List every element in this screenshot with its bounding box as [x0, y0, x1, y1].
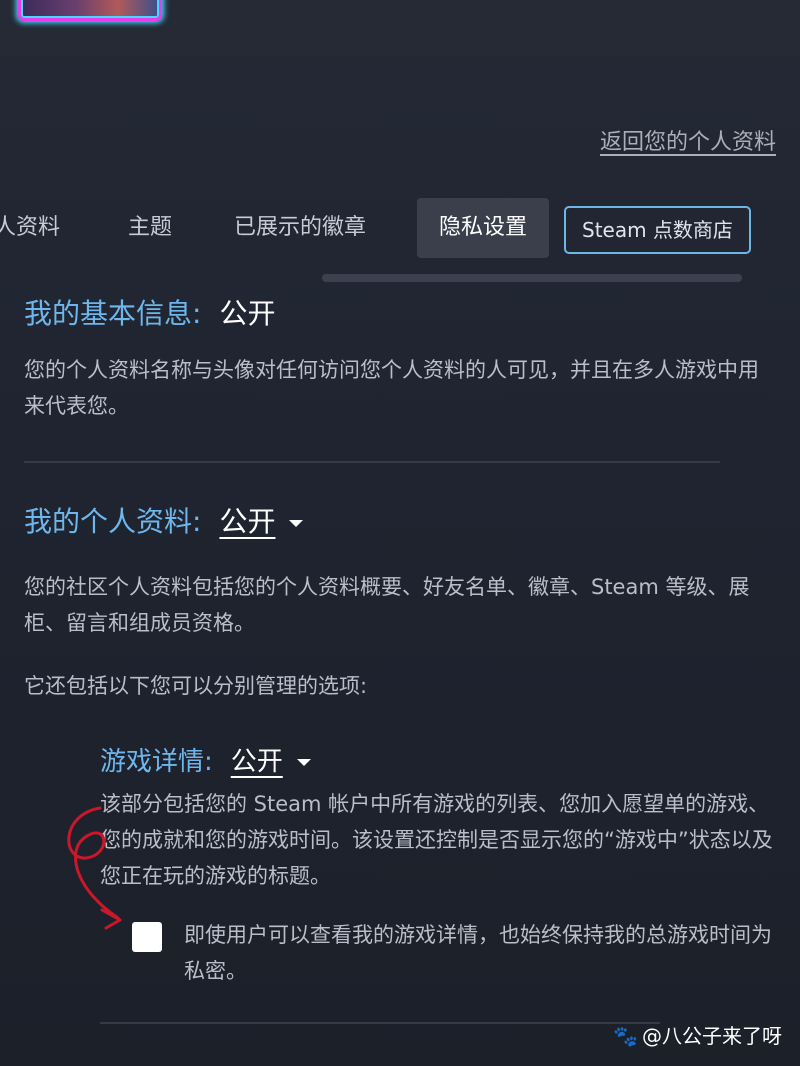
profile-title: 我的个人资料:: [24, 505, 202, 538]
game-details-description: 该部分包括您的 Steam 帐户中所有游戏的列表、您加入愿望单的游戏、您的成就和…: [100, 792, 773, 888]
section-divider: [100, 1022, 660, 1024]
hide-playtime-checkbox[interactable]: [132, 922, 162, 952]
section-divider: [24, 461, 720, 463]
tab-featured-badges[interactable]: 已展示的徽章: [234, 198, 366, 258]
tab-profile[interactable]: 人资料: [0, 198, 60, 258]
tab-privacy-settings[interactable]: 隐私设置: [417, 198, 550, 258]
chevron-down-icon[interactable]: [289, 519, 304, 527]
game-details-heading: 游戏详情: 公开: [100, 741, 311, 778]
tab-bar: 人资料 主题 已展示的徽章 隐私设置 Steam 点数商店: [0, 198, 800, 260]
hide-playtime-label[interactable]: 即使用户可以查看我的游戏详情，也始终保持我的总游戏时间为私密。: [184, 917, 780, 989]
basic-info-value: 公开: [219, 297, 276, 330]
watermark-text: @八公子来了呀: [642, 1024, 782, 1048]
tab-scrollbar[interactable]: [322, 274, 742, 282]
basic-info-heading: 我的基本信息: 公开: [24, 292, 275, 332]
paw-icon: 🐾: [613, 1024, 638, 1048]
game-details-privacy-select[interactable]: 公开: [231, 747, 283, 777]
avatar[interactable]: [18, 0, 162, 21]
basic-info-description: 您的个人资料名称与头像对任何访问您个人资料的人可见，并且在多人游戏中用来代表您。: [24, 358, 759, 418]
top-bar: [0, 0, 800, 56]
back-to-profile-link[interactable]: 返回您的个人资料: [600, 124, 776, 156]
profile-note: 它还包括以下您可以分别管理的选项:: [24, 674, 368, 698]
chevron-down-icon[interactable]: [296, 759, 311, 766]
profile-heading: 我的个人资料: 公开: [24, 500, 304, 540]
profile-description: 您的社区个人资料包括您的个人资料概要、好友名单、徽章、Steam 等级、展柜、留…: [24, 575, 750, 635]
tab-theme[interactable]: 主题: [128, 198, 172, 258]
watermark: 🐾 @八公子来了呀: [613, 1020, 782, 1049]
profile-privacy-select[interactable]: 公开: [219, 505, 275, 538]
basic-info-title: 我的基本信息:: [24, 297, 202, 330]
tab-points-shop[interactable]: Steam 点数商店: [564, 206, 751, 254]
game-details-title: 游戏详情:: [100, 747, 213, 777]
